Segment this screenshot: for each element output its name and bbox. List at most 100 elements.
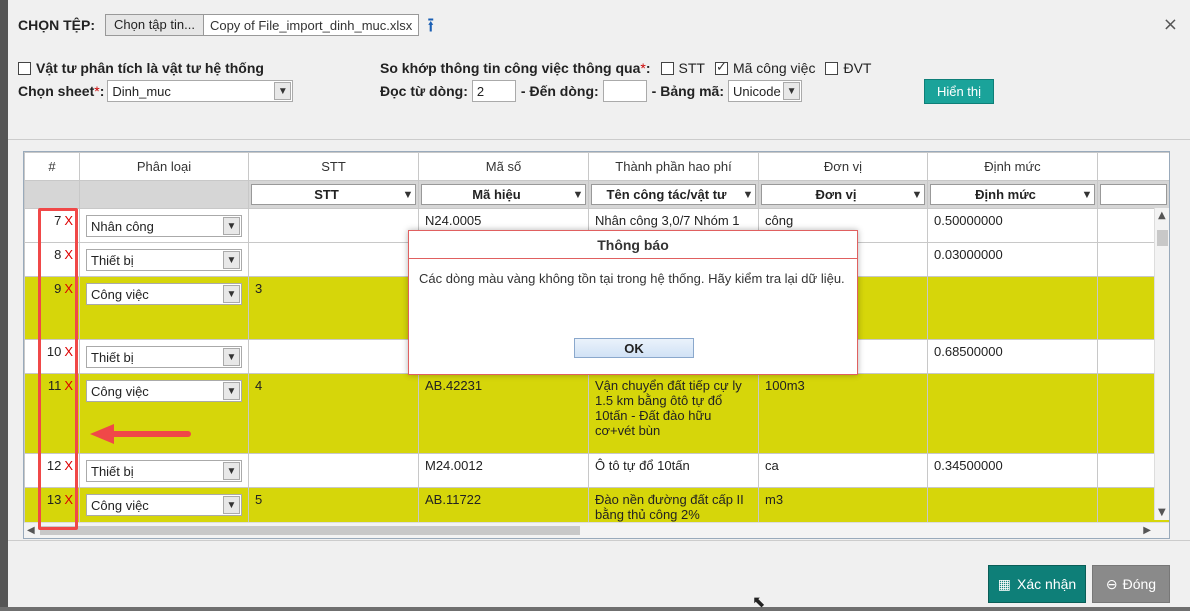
filter-unit[interactable]: Đơn vị ▼ bbox=[761, 184, 925, 205]
match-unit-label: ĐVT bbox=[843, 60, 872, 76]
cell-norm: 0.03000000 bbox=[927, 242, 1098, 277]
chevron-down-icon[interactable]: ▼ bbox=[223, 285, 240, 303]
chevron-down-icon[interactable]: ▼ bbox=[223, 496, 240, 514]
from-row-input[interactable]: 2 bbox=[471, 80, 516, 102]
type-select[interactable]: Thiết bị ▼ bbox=[86, 249, 242, 271]
chevron-down-icon[interactable]: ▼ bbox=[223, 217, 240, 235]
match-row: So khớp thông tin công việc thông qua *: … bbox=[380, 59, 872, 77]
close-label: Đóng bbox=[1122, 576, 1157, 592]
cell-stt: 3 bbox=[248, 276, 419, 340]
cell-unit: 100m3 bbox=[758, 373, 928, 454]
type-select[interactable]: Thiết bị ▼ bbox=[86, 460, 242, 482]
modal-title: Thông báo bbox=[409, 231, 857, 259]
column-header[interactable]: Định mức bbox=[927, 152, 1098, 181]
to-row-input[interactable] bbox=[602, 80, 647, 102]
column-header bbox=[1097, 152, 1169, 181]
ok-button[interactable]: OK bbox=[574, 338, 694, 358]
scroll-down-icon[interactable]: ▼ bbox=[1158, 507, 1166, 518]
type-select[interactable]: Công việc ▼ bbox=[86, 380, 242, 402]
column-header: # bbox=[24, 152, 80, 181]
encoding-value: Unicode bbox=[733, 83, 781, 99]
sheet-value: Dinh_muc bbox=[112, 83, 171, 99]
file-name: Copy of File_import_dinh_muc.xlsx bbox=[209, 17, 413, 33]
column-header[interactable]: STT bbox=[248, 152, 419, 181]
notification-modal: Thông báo Các dòng màu vàng không tồn tạ… bbox=[408, 230, 858, 375]
scroll-thumb[interactable] bbox=[1157, 230, 1168, 246]
header-row: # Phân loại STT Mã số Thành phần hao phí… bbox=[24, 152, 1169, 181]
cell-norm: 0.50000000 bbox=[927, 208, 1098, 243]
horizontal-scrollbar[interactable]: ◀ ▶ bbox=[24, 522, 1169, 538]
chevron-down-icon[interactable]: ▼ bbox=[1080, 189, 1094, 201]
scroll-up-icon[interactable]: ▲ bbox=[1158, 210, 1166, 221]
chevron-down-icon[interactable]: ▼ bbox=[223, 251, 240, 269]
scroll-thumb[interactable] bbox=[40, 526, 580, 535]
cell-code: M24.0012 bbox=[418, 453, 589, 488]
chevron-down-icon[interactable]: ▼ bbox=[783, 82, 801, 100]
mouse-cursor-icon: ⬉ bbox=[752, 592, 766, 611]
cell-name: Vận chuyển đất tiếp cự ly 1.5 km bằng ôt… bbox=[588, 373, 759, 454]
sheet-select[interactable]: Dinh_muc ▼ bbox=[107, 80, 294, 102]
scroll-right-icon[interactable]: ▶ bbox=[1143, 525, 1151, 536]
column-header[interactable]: Phân loại bbox=[79, 152, 249, 181]
column-header[interactable]: Mã số bbox=[418, 152, 589, 181]
confirm-button[interactable]: ▦ Xác nhận bbox=[988, 565, 1086, 603]
table-row: 11 X Công việc ▼ 4 AB.42231 Vận chuyển đất… bbox=[24, 373, 1169, 454]
match-code-label: Mã công việc bbox=[732, 60, 816, 76]
cell-stt bbox=[248, 242, 419, 277]
sheet-row: Chọn sheet *: Dinh_muc ▼ bbox=[18, 80, 294, 102]
chevron-down-icon[interactable]: ▼ bbox=[401, 189, 415, 201]
type-select[interactable]: Nhân công ▼ bbox=[86, 215, 242, 237]
chevron-down-icon[interactable]: ▼ bbox=[223, 462, 240, 480]
match-code-checkbox[interactable] bbox=[714, 59, 728, 75]
column-header[interactable]: Thành phần hao phí bbox=[588, 152, 759, 181]
cell-stt: 4 bbox=[248, 373, 419, 454]
table-row: 12 X Thiết bị ▼ M24.0012 Ô tô tự đổ 10tấn … bbox=[24, 453, 1169, 488]
choose-file-label: CHỌN TỆP: bbox=[18, 17, 95, 33]
material-system-option[interactable]: Vật tư phân tích là vật tư hệ thống bbox=[18, 60, 264, 76]
minus-circle-icon: ⊖ bbox=[1105, 575, 1118, 592]
close-button[interactable]: ⊖ Đóng bbox=[1092, 565, 1170, 603]
file-row: CHỌN TỆP: Chọn tập tin... Copy of File_i… bbox=[18, 14, 434, 36]
material-system-checkbox[interactable] bbox=[18, 61, 31, 75]
upload-icon[interactable]: ⭱ bbox=[427, 15, 434, 35]
filter-norm[interactable]: Định mức ▼ bbox=[930, 184, 1095, 205]
chevron-down-icon[interactable]: ▼ bbox=[274, 82, 292, 100]
file-input[interactable]: Chọn tập tin... Copy of File_import_dinh… bbox=[105, 14, 420, 36]
scroll-left-icon[interactable]: ◀ bbox=[27, 525, 35, 536]
chevron-down-icon[interactable]: ▼ bbox=[910, 189, 924, 201]
annotation-arrow-icon bbox=[90, 424, 191, 444]
sheet-label: Chọn sheet bbox=[18, 83, 95, 99]
filter-stt[interactable]: STT ▼ bbox=[251, 184, 416, 205]
modal-message: Các dòng màu vàng không tồn tại trong hệ… bbox=[419, 271, 845, 286]
confirm-label: Xác nhận bbox=[1017, 576, 1077, 592]
cell-norm bbox=[927, 373, 1098, 454]
filter-extra[interactable] bbox=[1100, 184, 1167, 205]
type-select[interactable]: Công việc ▼ bbox=[86, 494, 242, 516]
chevron-down-icon[interactable]: ▼ bbox=[741, 189, 755, 201]
show-button[interactable]: Hiển thị bbox=[924, 79, 994, 104]
filter-code[interactable]: Mã hiệu ▼ bbox=[421, 184, 586, 205]
type-select[interactable]: Thiết bị ▼ bbox=[86, 346, 242, 368]
to-row-label: - Đến dòng: bbox=[520, 83, 599, 99]
vertical-scrollbar[interactable]: ▲ ▼ bbox=[1154, 208, 1169, 520]
column-header[interactable]: Đơn vị bbox=[758, 152, 928, 181]
match-label: So khớp thông tin công việc thông qua bbox=[380, 60, 641, 76]
close-icon[interactable]: × bbox=[1163, 14, 1178, 35]
cell-stt bbox=[248, 453, 419, 488]
filter-name[interactable]: Tên công tác/vật tư ▼ bbox=[591, 184, 756, 205]
encoding-label: - Bảng mã: bbox=[651, 83, 725, 99]
chevron-down-icon[interactable]: ▼ bbox=[223, 382, 240, 400]
type-select[interactable]: Công việc ▼ bbox=[86, 283, 242, 305]
cell-code: AB.42231 bbox=[418, 373, 589, 454]
match-stt-checkbox[interactable] bbox=[660, 61, 674, 75]
cell-norm: 0.68500000 bbox=[927, 339, 1098, 374]
import-dialog: CHỌN TỆP: Chọn tập tin... Copy of File_i… bbox=[8, 0, 1190, 607]
choose-file-button[interactable]: Chọn tập tin... bbox=[106, 15, 204, 35]
filter-row: STT ▼ Mã hiệu ▼ Tên công tác/vật tư ▼ Đơn v… bbox=[24, 180, 1169, 209]
encoding-select[interactable]: Unicode ▼ bbox=[728, 80, 803, 102]
match-unit-checkbox[interactable] bbox=[825, 61, 839, 75]
chevron-down-icon[interactable]: ▼ bbox=[571, 189, 585, 201]
row-range: Đọc từ dòng: 2 - Đến dòng: - Bảng mã: Un… bbox=[380, 80, 803, 102]
divider bbox=[8, 139, 1190, 140]
chevron-down-icon[interactable]: ▼ bbox=[223, 348, 240, 366]
